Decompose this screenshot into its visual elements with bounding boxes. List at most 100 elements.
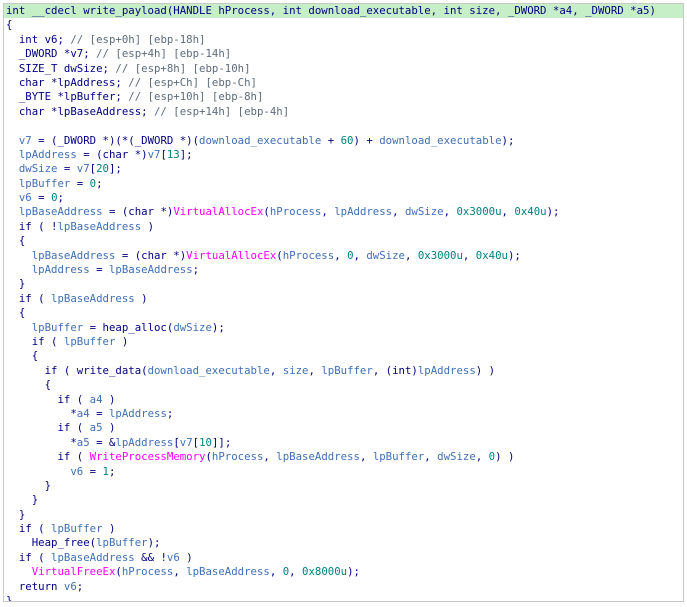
code-token: = <box>31 191 52 205</box>
code-line[interactable]: } <box>4 493 683 507</box>
code-line[interactable]: char *lpBaseAddress; // [esp+14h] [ebp-4… <box>4 105 683 119</box>
code-line[interactable]: if ( lpBaseAddress && !v6 ) <box>4 551 683 565</box>
code-line[interactable]: *a4 = lpAddress; <box>4 407 683 421</box>
code-line[interactable]: } <box>4 277 683 291</box>
code-line[interactable]: return v6; <box>4 580 683 594</box>
code-token: lpAddress <box>6 147 77 161</box>
pseudocode-listing[interactable]: int __cdecl write_payload(HANDLE hProces… <box>4 4 683 602</box>
code-token: lpBaseAddress <box>186 565 270 579</box>
code-line[interactable]: if ( a5 ) <box>4 421 683 435</box>
code-line[interactable]: lpAddress = (char *)v7[13]; <box>4 148 683 162</box>
code-token: 60 <box>340 133 354 147</box>
code-line[interactable]: int v6; // [esp+0h] [ebp-18h] <box>4 33 683 47</box>
code-token: if ( write_data( <box>6 363 148 377</box>
code-line[interactable]: lpBaseAddress = (char *)VirtualAllocEx(h… <box>4 249 683 263</box>
code-token: ) ) <box>495 450 515 464</box>
code-line[interactable]: VirtualFreeEx(hProcess, lpBaseAddress, 0… <box>4 565 683 579</box>
code-token: v6 <box>6 191 32 205</box>
code-line[interactable]: *a5 = &lpAddress[v7[10]]; <box>4 436 683 450</box>
code-line[interactable]: lpBaseAddress = (char *)VirtualAllocEx(h… <box>4 205 683 219</box>
code-token: ); <box>501 133 515 147</box>
code-line[interactable]: { <box>4 18 683 32</box>
code-token: = (char *) <box>102 205 174 219</box>
code-token: ]; <box>108 162 122 176</box>
code-line[interactable]: v6 = 0; <box>4 191 683 205</box>
code-token: lpBaseAddress <box>57 219 142 233</box>
code-token: lpBuffer <box>63 334 116 348</box>
code-token: size <box>282 363 309 377</box>
code-token: if ( <box>6 450 90 464</box>
code-line[interactable]: if ( write_data(download_executable, siz… <box>4 364 683 378</box>
code-line[interactable]: } <box>4 594 683 602</box>
code-token: ); <box>211 320 225 334</box>
code-line[interactable]: _BYTE *lpBuffer; // [esp+10h] [ebp-8h] <box>4 90 683 104</box>
code-token: ) <box>179 550 193 564</box>
code-token: = <box>83 464 103 478</box>
code-token: dwSize <box>6 162 58 176</box>
code-line[interactable]: lpAddress = lpBaseAddress; <box>4 263 683 277</box>
code-token: 0x40u <box>475 248 508 262</box>
code-token: ); <box>507 248 521 262</box>
code-token: hProcess <box>269 205 322 219</box>
code-line[interactable]: if ( lpBuffer ) <box>4 335 683 349</box>
code-line[interactable]: } <box>4 479 683 493</box>
code-token: download_executable <box>147 363 270 377</box>
code-token: ]; <box>179 147 193 161</box>
code-line[interactable]: lpBuffer = heap_alloc(dwSize); <box>4 321 683 335</box>
code-token: download_executable <box>379 133 502 147</box>
code-line[interactable]: if ( WriteProcessMemory(hProcess, lpBase… <box>4 450 683 464</box>
code-line[interactable]: if ( !lpBaseAddress ) <box>4 220 683 234</box>
code-line[interactable]: lpBuffer = 0; <box>4 177 683 191</box>
code-line[interactable]: { <box>4 306 683 320</box>
code-token: char *lpBaseAddress; <box>6 104 154 118</box>
code-line[interactable]: Heap_free(lpBuffer); <box>4 536 683 550</box>
code-line[interactable]: { <box>4 378 683 392</box>
code-token: if ( <box>6 550 52 564</box>
code-token: } <box>6 493 39 507</box>
code-token: lpBaseAddress <box>6 248 116 262</box>
code-token: hProcess <box>282 248 335 262</box>
code-token: lpBuffer <box>321 363 373 377</box>
code-token: // [esp+14h] [ebp-4h] <box>154 104 290 118</box>
code-token: , <box>404 248 418 262</box>
code-token: , <box>353 248 367 262</box>
code-line[interactable]: if ( lpBuffer ) <box>4 522 683 536</box>
code-token: = <box>89 406 109 420</box>
code-token: VirtualAllocEx <box>173 205 264 219</box>
code-token: ; <box>192 263 200 277</box>
code-token: , <box>321 205 335 219</box>
code-token: if ( ! <box>6 219 58 233</box>
code-line[interactable]: } <box>4 508 683 522</box>
code-token: , <box>269 363 283 377</box>
code-line[interactable] <box>4 119 683 133</box>
code-line[interactable]: { <box>4 349 683 363</box>
code-line[interactable]: SIZE_T dwSize; // [esp+8h] [ebp-10h] <box>4 62 683 76</box>
code-token: { <box>6 18 13 32</box>
code-token: // [esp+8h] [ebp-10h] <box>115 61 251 75</box>
pseudocode-view[interactable]: int __cdecl write_payload(HANDLE hProces… <box>3 3 684 602</box>
code-token: , <box>475 450 489 464</box>
code-token: , <box>263 450 277 464</box>
code-token: lpBuffer <box>6 176 71 190</box>
code-token: ); <box>347 565 360 579</box>
code-line-signature[interactable]: int __cdecl write_payload(HANDLE hProces… <box>4 4 683 19</box>
code-token: dwSize <box>437 450 476 464</box>
code-line[interactable]: { <box>4 234 683 248</box>
code-token: ]]; <box>211 435 232 449</box>
code-token: lpBuffer <box>6 320 84 334</box>
code-line[interactable]: _DWORD *v7; // [esp+4h] [ebp-14h] <box>4 47 683 61</box>
code-line[interactable]: if ( lpBaseAddress ) <box>4 292 683 306</box>
code-token: } <box>6 594 13 602</box>
code-line[interactable]: char *lpAddress; // [esp+Ch] [ebp-Ch] <box>4 76 683 90</box>
code-line[interactable]: v6 = 1; <box>4 465 683 479</box>
code-token: = (char *) <box>115 248 187 262</box>
code-token: ) ) <box>475 363 496 377</box>
code-token: } <box>6 507 26 521</box>
code-line[interactable]: if ( a4 ) <box>4 393 683 407</box>
code-token: , <box>308 363 322 377</box>
code-line[interactable]: dwSize = v7[20]; <box>4 162 683 176</box>
code-token: int __cdecl write_payload(HANDLE hProces… <box>6 4 656 17</box>
code-token: ; <box>57 191 64 205</box>
code-line[interactable]: v7 = (_DWORD *)(*(_DWORD *)(download_exe… <box>4 134 683 148</box>
code-token: v6 <box>6 464 84 478</box>
